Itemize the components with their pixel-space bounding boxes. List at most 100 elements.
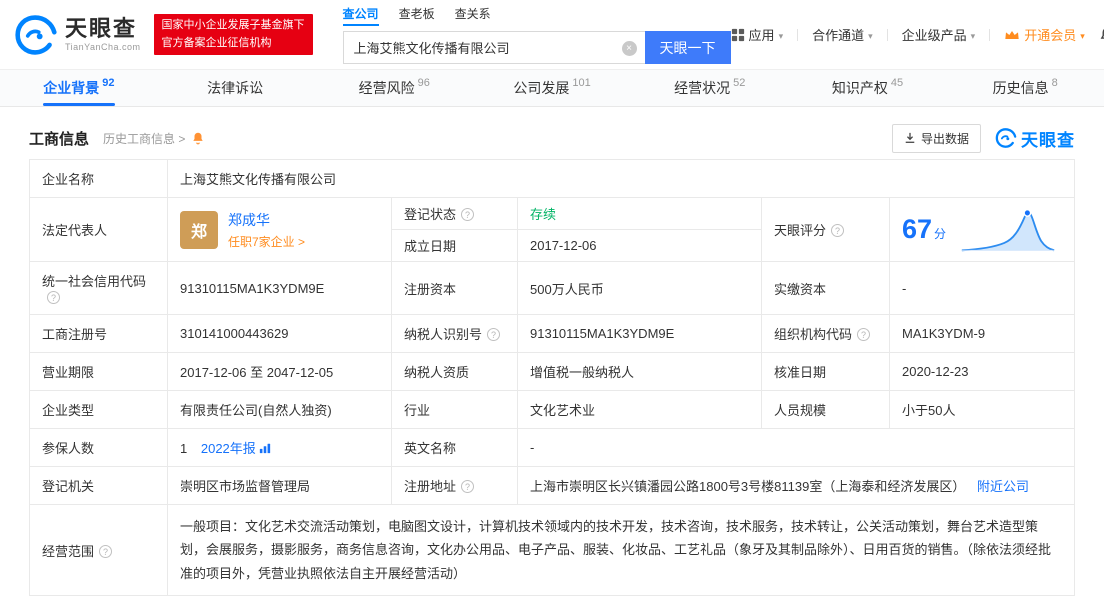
score-cell: 67 分: [889, 197, 1075, 262]
brand-name: 天眼查: [65, 16, 138, 42]
info-icon[interactable]: [99, 544, 113, 558]
chevron-down-icon: [868, 27, 873, 42]
crown-icon: [1005, 30, 1019, 39]
tianyan-score[interactable]: 67 分: [902, 206, 1062, 254]
brand-domain: TianYanCha.com: [65, 41, 141, 52]
info-icon[interactable]: [857, 328, 871, 341]
tianyancha-logo[interactable]: 天眼查 TianYanCha.com 国家中小企业发展子基金旗下 官方备案企业征…: [14, 13, 313, 57]
field-label: 英文名称: [391, 428, 518, 467]
field-label: 组织机构代码: [761, 314, 890, 353]
menu-apps-label: 应用: [748, 28, 775, 43]
search-tab-company[interactable]: 查公司: [342, 5, 379, 26]
chevron-down-icon: [971, 27, 976, 42]
gov-badge-line2: 官方备案企业征信机构: [161, 36, 272, 49]
taxpayer-quality: 增值税一般纳税人: [517, 352, 762, 391]
staff-size: 小于50人: [889, 390, 1075, 429]
clear-icon[interactable]: [621, 41, 637, 56]
bell-icon: [1100, 28, 1104, 39]
notifications-bell[interactable]: [1099, 26, 1104, 43]
gov-badge-line1: 国家中小企业发展子基金旗下: [161, 19, 305, 32]
info-icon[interactable]: [461, 480, 475, 493]
header-menu: 应用 合作通道 企业级产品 开通会员 费米: [731, 25, 1104, 44]
registered-capital: 500万人民币: [517, 261, 762, 315]
business-info-card: 工商信息 历史工商信息 > 导出数据 天眼查 企业名称 上海艾熊文化传播有限公司…: [29, 117, 1075, 596]
field-label: 纳税人资质: [391, 352, 518, 391]
divider: [886, 28, 888, 41]
divider: [989, 28, 991, 41]
industry: 文化艺术业: [517, 390, 762, 429]
tab-legal[interactable]: 法律诉讼: [158, 70, 316, 106]
chart-icon: [259, 443, 270, 453]
table-row: 统一社会信用代码 91310115MA1K3YDM9E 注册资本 500万人民币…: [29, 261, 1075, 315]
table-row: 营业期限 2017-12-06 至 2047-12-05 纳税人资质 增值税一般…: [29, 352, 1075, 391]
info-icon[interactable]: [487, 328, 501, 341]
company-type: 有限责任公司(自然人独资): [167, 390, 392, 429]
tab-background[interactable]: 企业背景 92: [0, 70, 158, 106]
menu-apps[interactable]: 应用: [731, 25, 784, 44]
chevron-down-icon: [779, 27, 784, 42]
registered-address-cell: 上海市崇明区长兴镇潘园公路1800号3号楼81139室（上海泰和经济发展区） 附…: [517, 466, 1075, 505]
search-area: 查公司 查老板 查关系 天眼一下: [342, 5, 731, 64]
field-label: 企业类型: [29, 390, 168, 429]
nearby-companies-link[interactable]: 附近公司: [977, 479, 1029, 494]
field-label: 经营范围: [29, 503, 168, 596]
subscribe-bell-icon[interactable]: [191, 131, 205, 145]
export-data-button[interactable]: 导出数据: [891, 123, 981, 153]
business-scope: 一般项目：文化艺术交流活动策划，电脑图文设计，计算机技术领域内的技术开发，技术咨…: [167, 503, 1075, 596]
info-icon[interactable]: [831, 224, 845, 237]
legal-rep-cell: 郑 郑成华 任职7家企业 >: [167, 197, 392, 262]
gov-badge: 国家中小企业发展子基金旗下 官方备案企业征信机构: [153, 14, 313, 55]
english-name: -: [517, 428, 1075, 467]
table-row: 工商注册号 310141000443629 纳税人识别号 91310115MA1…: [29, 314, 1075, 353]
section-header: 工商信息 历史工商信息 > 导出数据 天眼查: [29, 117, 1075, 159]
tab-risk[interactable]: 经营风险 96: [315, 70, 473, 106]
field-label: 行业: [391, 390, 518, 429]
company-nav-tabs: 企业背景 92 法律诉讼 经营风险 96 公司发展 101 经营状况 52 知识产权 45…: [0, 70, 1104, 107]
legal-rep-name-link[interactable]: 郑成华: [228, 210, 305, 230]
uscc-value: 91310115MA1K3YDM9E: [167, 261, 392, 315]
company-name: 上海艾熊文化传播有限公司: [167, 159, 1075, 198]
legal-rep-avatar[interactable]: 郑: [180, 210, 218, 249]
section-title: 工商信息: [29, 130, 90, 148]
search-button[interactable]: 天眼一下: [644, 31, 731, 64]
search-tab-boss[interactable]: 查老板: [399, 5, 435, 26]
field-label: 纳税人识别号: [391, 314, 518, 353]
tab-ip[interactable]: 知识产权 45: [789, 70, 947, 106]
menu-cooperation[interactable]: 合作通道: [812, 25, 873, 44]
registration-status: 存续: [517, 197, 762, 230]
tab-development[interactable]: 公司发展 101: [473, 70, 631, 106]
legal-rep-companies-link[interactable]: 任职7家企业 >: [228, 233, 305, 250]
org-code: MA1K3YDM-9: [889, 314, 1075, 353]
menu-enterprise-products[interactable]: 企业级产品: [902, 25, 976, 44]
annual-report-link[interactable]: 2022年报: [201, 438, 271, 457]
menu-vip[interactable]: 开通会员: [1004, 25, 1085, 44]
search-input-wrap: [342, 31, 645, 64]
menu-cooperation-label: 合作通道: [812, 28, 865, 43]
info-icon[interactable]: [47, 291, 60, 304]
field-label: 登记机关: [29, 466, 168, 505]
download-icon: [905, 132, 915, 143]
table-row: 企业名称 上海艾熊文化传播有限公司: [29, 159, 1075, 198]
tab-operating[interactable]: 经营状况 52: [631, 70, 789, 106]
tab-history[interactable]: 历史信息 8: [946, 70, 1104, 106]
grid-icon: [731, 28, 744, 41]
search-input[interactable]: [343, 32, 645, 63]
table-row: 经营范围 一般项目：文化艺术交流活动策划，电脑图文设计，计算机技术领域内的技术开…: [29, 503, 1075, 596]
field-label: 天眼评分: [761, 197, 890, 262]
history-info-link[interactable]: 历史工商信息 >: [103, 130, 185, 147]
insured-count-cell: 1 2022年报: [167, 428, 392, 467]
tianyancha-logo-icon: [995, 128, 1017, 148]
business-info-table: 企业名称 上海艾熊文化传播有限公司 法定代表人 郑 郑成华 任职7家企业 > 登…: [29, 159, 1075, 596]
business-term: 2017-12-06 至 2047-12-05: [167, 352, 392, 391]
registration-authority: 崇明区市场监督管理局: [167, 466, 392, 505]
table-row: 法定代表人 郑 郑成华 任职7家企业 > 登记状态 存续 天眼评分 67分: [29, 197, 1075, 262]
registration-number: 310141000443629: [167, 314, 392, 353]
search-tab-relation[interactable]: 查关系: [455, 5, 491, 26]
field-label: 实缴资本: [761, 261, 890, 315]
field-label: 法定代表人: [29, 197, 168, 262]
info-icon[interactable]: [461, 208, 475, 221]
field-label: 统一社会信用代码: [29, 261, 168, 315]
table-row: 参保人数 1 2022年报 英文名称 -: [29, 428, 1075, 467]
paid-capital: -: [889, 261, 1075, 315]
registered-address: 上海市崇明区长兴镇潘园公路1800号3号楼81139室（上海泰和经济发展区）: [530, 479, 966, 494]
